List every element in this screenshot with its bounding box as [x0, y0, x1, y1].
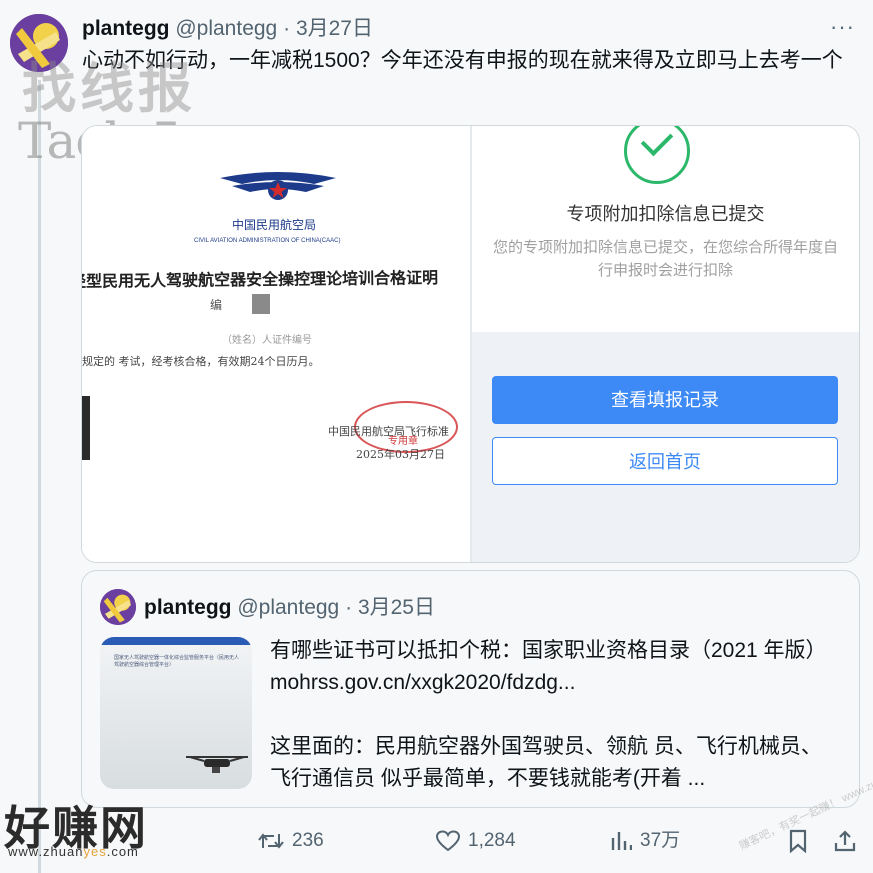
quote-text: 有哪些证书可以抵扣个税：国家职业资格目录（2021 年版）mohrss.gov.…: [270, 635, 830, 795]
heart-icon: [435, 830, 461, 852]
cert-org-cn: 中国民用航空局: [232, 218, 317, 232]
app-description: 您的专项附加扣除信息已提交，在您综合所得年度自行申报时会进行扣除: [492, 239, 838, 279]
separator: ·: [283, 17, 291, 40]
quoted-tweet[interactable]: plantegg @plantegg · 3月25日 国家无人驾驶航空器一体化综…: [81, 570, 860, 808]
app-screenshot: 专项附加扣除信息已提交 您的专项附加扣除信息已提交，在您综合所得年度自行申报时会…: [472, 126, 859, 562]
redaction-block-left: [82, 396, 90, 460]
quote-date[interactable]: 3月25日: [358, 596, 435, 619]
watermark-url-post: .com: [106, 844, 139, 859]
like-button[interactable]: 1,284: [435, 826, 516, 856]
retweet-count: 236: [292, 830, 324, 851]
cert-issuer: 中国民用航空局飞行标准: [328, 425, 449, 438]
quote-avatar-icon: [100, 589, 136, 625]
tweet-header: plantegg @plantegg · 3月27日: [82, 16, 373, 42]
media-attachment[interactable]: 中国民用航空局 CIVIL AVIATION ADMINISTRATION OF…: [81, 125, 860, 563]
cert-name-line: （姓名）人证件编号: [222, 335, 312, 346]
quote-separator: ·: [345, 596, 353, 619]
back-home-button[interactable]: 返回首页: [492, 437, 838, 485]
watermark-url-highlight: yes: [83, 844, 107, 859]
watermark-bottom-url: www.zhuanyes.com: [8, 844, 139, 859]
cert-number-label: 编: [210, 298, 223, 312]
watermark-bottom-logo: 好赚网 www.zhuanyes.com: [4, 792, 148, 859]
drone-icon: [186, 756, 248, 773]
thumb-caption: 国家无人驾驶航空器一体化综合监管服务平台（民用无人驾驶航空器综合管理平台）: [114, 655, 240, 668]
quote-handle[interactable]: @plantegg: [237, 596, 339, 619]
views-icon: [611, 831, 633, 850]
watermark-url-pre: www.zhuan: [8, 844, 84, 859]
quote-header: plantegg @plantegg · 3月25日: [144, 595, 435, 621]
retweet-button[interactable]: 236: [258, 826, 324, 856]
cert-body-line: 规定的 考试，经考核合格，有效期24个日历月。: [82, 355, 320, 368]
cert-title: 轻型民用无人驾驶航空器安全操控理论培训合格证明: [82, 268, 439, 291]
bookmark-icon: [789, 829, 807, 854]
tweet-date[interactable]: 3月27日: [296, 17, 373, 40]
cert-org-en: CIVIL AVIATION ADMINISTRATION OF CHINA(C…: [194, 238, 341, 244]
thread-line: [38, 80, 41, 873]
app-title: 专项附加扣除信息已提交: [566, 204, 765, 224]
retweet-icon: [258, 833, 284, 849]
quote-display-name[interactable]: plantegg: [144, 596, 232, 619]
tweet-text: 心动不如行动，一年减税1500？今年还没有申报的现在就来得及立即马上去考一个: [82, 49, 843, 72]
share-icon: [834, 830, 856, 852]
quote-thumbnail[interactable]: 国家无人驾驶航空器一体化综合监管服务平台（民用无人驾驶航空器综合管理平台）: [100, 637, 252, 789]
handle[interactable]: @plantegg: [175, 17, 277, 40]
like-count: 1,284: [468, 830, 516, 851]
view-records-button[interactable]: 查看填报记录: [492, 376, 838, 424]
views-button[interactable]: 37万: [610, 826, 680, 856]
quote-paragraph-2: 这里面的：民用航空器外国驾驶员、领航 员、飞行机械员、飞行通信员 似乎最简单，不…: [270, 735, 822, 790]
certificate-image: 中国民用航空局 CIVIL AVIATION ADMINISTRATION OF…: [82, 126, 470, 562]
avatar[interactable]: [10, 14, 68, 72]
cert-date: 2025年03月27日: [356, 448, 445, 461]
views-count: 37万: [640, 830, 681, 851]
quote-avatar[interactable]: [100, 589, 136, 625]
caac-logo-icon: [220, 172, 336, 200]
more-options-icon[interactable]: ···: [830, 14, 855, 40]
thumb-header-bar: [100, 637, 252, 645]
quote-paragraph-1: 有哪些证书可以抵扣个税：国家职业资格目录（2021 年版）mohrss.gov.…: [270, 639, 827, 694]
share-button[interactable]: [834, 826, 864, 856]
success-check-icon: [624, 126, 690, 184]
redaction-block: [252, 294, 270, 314]
avatar-icon: [10, 14, 68, 72]
display-name[interactable]: plantegg: [82, 17, 170, 40]
